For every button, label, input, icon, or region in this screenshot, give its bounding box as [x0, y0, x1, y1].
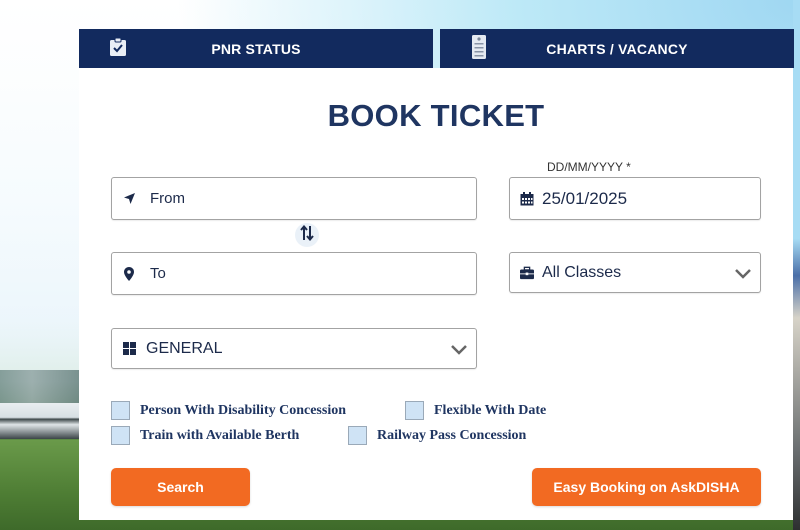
quota-selected: GENERAL [146, 339, 223, 357]
tab-charts-vacancy-label: CHARTS / VACANCY [546, 40, 688, 57]
tab-pnr-status[interactable]: PNR STATUS [79, 29, 433, 68]
background-train [0, 403, 80, 439]
option-label: Train with Available Berth [140, 427, 300, 443]
chart-list-icon [471, 34, 487, 63]
to-placeholder: To [150, 265, 166, 282]
swap-arrows-icon [300, 224, 314, 246]
option-flexible-date[interactable]: Flexible With Date [405, 401, 546, 420]
from-station-input[interactable]: From [111, 177, 477, 220]
class-selected: All Classes [542, 263, 622, 281]
option-label: Person With Disability Concession [140, 402, 347, 418]
tab-charts-vacancy[interactable]: CHARTS / VACANCY [440, 29, 794, 68]
tab-pnr-status-label: PNR STATUS [211, 40, 301, 57]
quota-select[interactable]: GENERAL [111, 328, 477, 369]
background-right-edge [793, 0, 800, 530]
page-title: BOOK TICKET [327, 98, 545, 133]
calendar-icon [520, 191, 534, 206]
location-arrow-icon [122, 192, 136, 206]
book-ticket-card: BOOK TICKET From To GENERAL DD/MM/YYYY *… [79, 68, 793, 520]
map-marker-icon [122, 266, 136, 281]
grid-icon [122, 342, 136, 356]
option-label: Flexible With Date [434, 402, 547, 418]
journey-date-value: 25/01/2025 [542, 188, 628, 208]
search-button[interactable]: Search [111, 468, 250, 506]
swap-stations-button[interactable] [295, 223, 319, 247]
chevron-down-icon [450, 342, 468, 356]
checkbox[interactable] [348, 426, 367, 445]
checkbox[interactable] [405, 401, 424, 420]
briefcase-icon [520, 266, 534, 280]
date-format-label: DD/MM/YYYY * [547, 160, 631, 174]
checkbox[interactable] [111, 426, 130, 445]
askdisha-booking-button[interactable]: Easy Booking on AskDISHA [532, 468, 761, 506]
clipboard-check-icon [109, 37, 127, 60]
option-railway-pass[interactable]: Railway Pass Concession [348, 426, 526, 445]
from-placeholder: From [150, 190, 185, 207]
option-label: Railway Pass Concession [377, 427, 527, 443]
checkbox[interactable] [111, 401, 130, 420]
journey-date-input[interactable]: 25/01/2025 [509, 177, 761, 220]
option-disability-concession[interactable]: Person With Disability Concession [111, 401, 346, 420]
class-select[interactable]: All Classes [509, 252, 761, 293]
option-available-berth[interactable]: Train with Available Berth [111, 426, 299, 445]
to-station-input[interactable]: To [111, 252, 477, 295]
chevron-down-icon [734, 266, 752, 280]
